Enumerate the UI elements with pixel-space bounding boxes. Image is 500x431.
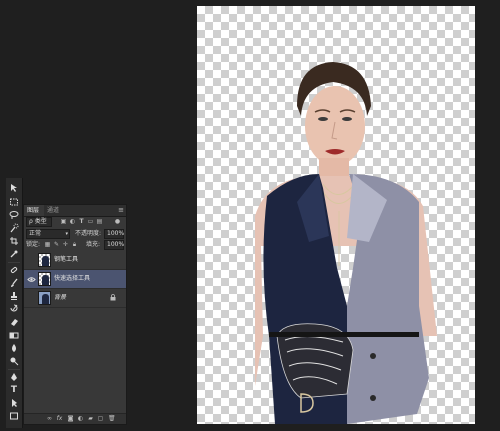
lock-icon xyxy=(110,294,116,301)
history-brush-icon[interactable] xyxy=(6,303,22,315)
layer-name[interactable]: 背景 xyxy=(54,293,66,303)
lock-row: 锁定: ▦ ✎ ✛ 🔒︎ 填充: 100% xyxy=(26,240,124,250)
add-mask-icon[interactable]: ◙ xyxy=(67,415,74,422)
filter-adjustment-icon[interactable]: ◐ xyxy=(69,218,76,225)
filter-row: ρ 类型 ▣ ◐ T ▭ ▤ ● xyxy=(26,217,124,227)
panel-tabs: 图层 通道 ≡ xyxy=(24,205,126,217)
new-layer-icon[interactable]: ▢ xyxy=(97,415,104,422)
blend-mode-value: 正常 xyxy=(29,230,42,237)
filter-shape-icon[interactable]: ▭ xyxy=(87,218,94,225)
quick-selection-tool-icon[interactable] xyxy=(6,222,22,234)
path-selection-icon[interactable] xyxy=(6,397,22,409)
dodge-tool-icon[interactable] xyxy=(6,355,22,367)
layer-row-background[interactable]: 背景 xyxy=(24,289,126,308)
marquee-tool-icon[interactable] xyxy=(6,196,22,208)
hand-tool-icon[interactable] xyxy=(6,423,22,428)
filter-toggle-icon[interactable]: ● xyxy=(114,218,121,225)
document-canvas[interactable] xyxy=(197,6,475,424)
visibility-toggle[interactable] xyxy=(26,255,36,265)
eye-icon[interactable] xyxy=(26,274,36,284)
filter-smart-object-icon[interactable]: ▤ xyxy=(96,218,103,225)
eraser-tool-icon[interactable] xyxy=(6,316,22,328)
tab-channels[interactable]: 通道 xyxy=(44,205,64,216)
brush-tool-icon[interactable] xyxy=(6,277,22,289)
layer-thumbnail xyxy=(38,253,51,267)
chevron-down-icon: ▾ xyxy=(65,231,68,237)
blend-row: 正常 ▾ 不透明度: 100% xyxy=(26,229,124,239)
opacity-input[interactable]: 100% xyxy=(104,229,124,239)
shape-tool-icon[interactable] xyxy=(6,410,22,422)
filter-type-icon[interactable]: T xyxy=(78,218,85,225)
layer-name[interactable]: 快速选择工具 xyxy=(54,274,90,284)
lock-all-icon[interactable]: 🔒︎ xyxy=(71,241,78,248)
tab-layers[interactable]: 图层 xyxy=(24,205,44,216)
lock-image-icon[interactable]: ✎ xyxy=(53,241,60,248)
adjustment-layer-icon[interactable]: ◐ xyxy=(77,415,84,422)
filter-pixel-icon[interactable]: ▣ xyxy=(60,218,67,225)
lock-transparent-icon[interactable]: ▦ xyxy=(44,241,51,248)
gradient-tool-icon[interactable] xyxy=(6,329,22,341)
layer-list: 钢笔工具 快速选择工具 背景 xyxy=(24,251,126,313)
layers-panel: 图层 通道 ≡ ρ 类型 ▣ ◐ T ▭ ▤ ● 正常 ▾ 不透明度: 100%… xyxy=(23,204,127,425)
cutout-image xyxy=(255,62,437,424)
panel-menu-icon[interactable]: ≡ xyxy=(118,206,124,215)
layer-thumbnail xyxy=(38,291,51,305)
layer-name[interactable]: 钢笔工具 xyxy=(54,255,78,265)
filter-kind-select[interactable]: ρ 类型 xyxy=(26,217,52,227)
type-tool-icon[interactable]: T xyxy=(6,384,22,396)
fill-input[interactable]: 100% xyxy=(104,240,124,250)
layer-row-pen[interactable]: 钢笔工具 xyxy=(24,251,126,270)
lock-position-icon[interactable]: ✛ xyxy=(62,241,69,248)
opacity-label: 不透明度: xyxy=(75,230,102,237)
visibility-toggle[interactable] xyxy=(26,293,36,303)
move-tool-icon[interactable] xyxy=(6,182,22,194)
clone-stamp-icon[interactable] xyxy=(6,290,22,302)
eyedropper-tool-icon[interactable] xyxy=(6,248,22,260)
layer-row-quick-select[interactable]: 快速选择工具 xyxy=(24,270,126,289)
new-group-icon[interactable]: ▰ xyxy=(87,415,94,422)
fill-label: 填充: xyxy=(86,241,101,248)
layer-style-icon[interactable]: fx xyxy=(56,415,63,422)
blend-mode-select[interactable]: 正常 ▾ xyxy=(26,229,70,239)
crop-tool-icon[interactable] xyxy=(6,235,22,247)
layer-thumbnail xyxy=(38,272,51,286)
link-layers-icon[interactable]: ∞ xyxy=(46,415,53,422)
panel-footer: ∞ fx ◙ ◐ ▰ ▢ 🗑︎ xyxy=(24,413,126,424)
delete-layer-icon[interactable]: 🗑︎ xyxy=(108,415,116,422)
healing-brush-icon[interactable] xyxy=(6,264,22,276)
pen-tool-icon[interactable] xyxy=(6,371,22,383)
tools-panel: T xyxy=(6,178,23,428)
lasso-tool-icon[interactable] xyxy=(6,209,22,221)
blur-tool-icon[interactable] xyxy=(6,342,22,354)
lock-label: 锁定: xyxy=(26,241,41,248)
